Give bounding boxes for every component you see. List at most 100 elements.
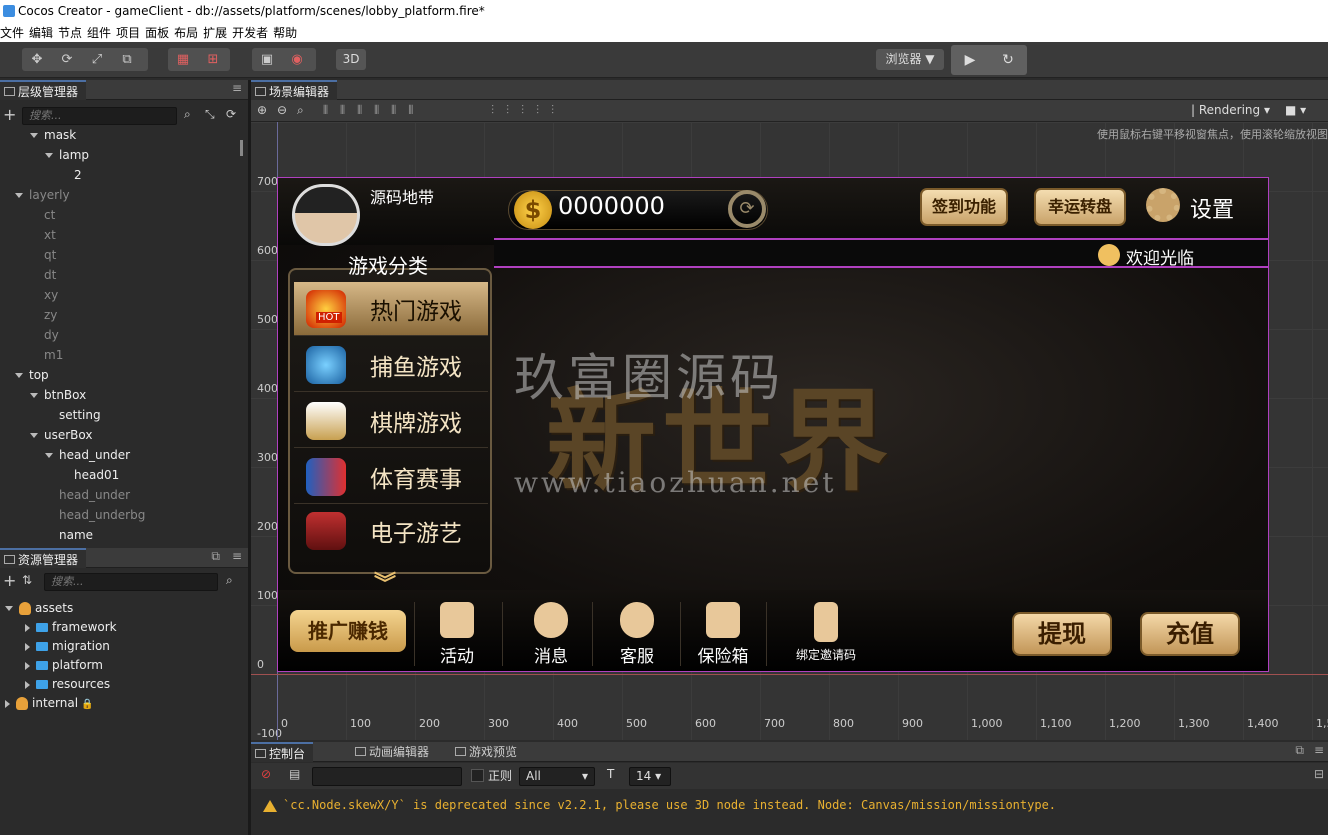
- hierarchy-node[interactable]: btnBox: [30, 385, 86, 405]
- menu-extension[interactable]: 扩展: [203, 24, 232, 41]
- menu-node[interactable]: 节点: [58, 24, 87, 41]
- tab-scene-editor[interactable]: 场景编辑器: [251, 80, 338, 100]
- category-fishing[interactable]: 捕鱼游戏: [294, 338, 488, 392]
- expand-arrow-icon[interactable]: [30, 133, 38, 138]
- popout-icon[interactable]: ⧉: [211, 549, 220, 564]
- collapse-arrow-icon[interactable]: [5, 699, 10, 708]
- panel-menu-icon[interactable]: ≡: [232, 549, 242, 563]
- panel-menu-icon[interactable]: ≡: [232, 81, 242, 95]
- messages-button[interactable]: 消息: [516, 598, 586, 670]
- asset-item[interactable]: platform: [25, 655, 103, 675]
- add-node-icon[interactable]: +: [3, 105, 16, 124]
- hierarchy-node[interactable]: xt: [30, 225, 56, 245]
- signin-button[interactable]: 签到功能: [920, 188, 1008, 226]
- collapse-arrow-icon[interactable]: [25, 661, 30, 670]
- expand-arrow-icon[interactable]: [45, 153, 53, 158]
- customer-service-button[interactable]: 客服: [602, 598, 672, 670]
- search-icon[interactable]: ⌕: [184, 107, 191, 122]
- game-canvas[interactable]: 新世界 玖富圈源码 www.tiaozhuan.net 源码地带 $ 00000…: [277, 177, 1269, 672]
- refresh-balance-icon[interactable]: ⟳: [728, 190, 766, 228]
- log-level-select[interactable]: All ▾: [519, 767, 595, 786]
- category-cards[interactable]: 棋牌游戏: [294, 394, 488, 448]
- console-warning-row[interactable]: `cc.Node.skewX/Y` is deprecated since v2…: [263, 798, 1056, 812]
- hierarchy-node[interactable]: layerly: [15, 185, 70, 205]
- collapse-arrow-icon[interactable]: [25, 623, 30, 632]
- move-tool-icon[interactable]: ✥: [22, 48, 52, 71]
- menu-layout[interactable]: 布局: [174, 24, 203, 41]
- rotate-tool-icon[interactable]: ⟳: [52, 48, 82, 71]
- expand-arrow-icon[interactable]: [45, 453, 53, 458]
- camera-icon[interactable]: ■ ▾: [1285, 103, 1306, 117]
- 3d-toggle-button[interactable]: 3D: [336, 49, 366, 70]
- expand-arrow-icon[interactable]: [30, 433, 38, 438]
- collapse-icon[interactable]: ⤡: [205, 107, 215, 122]
- panel-menu-icon[interactable]: ≡: [1314, 743, 1324, 757]
- add-asset-icon[interactable]: +: [3, 571, 16, 590]
- hierarchy-node[interactable]: userBox: [30, 425, 92, 445]
- hierarchy-node[interactable]: head_under: [45, 445, 130, 465]
- hierarchy-node[interactable]: mask: [30, 125, 76, 145]
- snap-icon[interactable]: ▣: [252, 48, 282, 71]
- play-button[interactable]: ▶: [951, 45, 989, 75]
- clear-icon[interactable]: ⊘: [261, 767, 271, 781]
- asset-item[interactable]: internal 🔒: [5, 693, 94, 713]
- search-icon[interactable]: ⌕: [226, 573, 233, 588]
- refresh-icon[interactable]: ⟳: [226, 107, 236, 121]
- hierarchy-node[interactable]: head_underbg: [45, 505, 145, 525]
- regex-checkbox[interactable]: [471, 769, 484, 782]
- distribute-tools[interactable]: ⫶⫶⫶⫶⫶: [491, 103, 566, 118]
- hierarchy-node[interactable]: head_under: [45, 485, 130, 505]
- expand-arrow-icon[interactable]: [15, 373, 23, 378]
- menu-project[interactable]: 项目: [116, 24, 145, 41]
- hierarchy-node[interactable]: dy: [30, 325, 59, 345]
- tab-console[interactable]: 控制台: [251, 742, 314, 762]
- hierarchy-node[interactable]: head01: [60, 465, 119, 485]
- menu-help[interactable]: 帮助: [273, 24, 302, 41]
- asset-item[interactable]: migration: [25, 636, 110, 656]
- settings-label[interactable]: 设置: [1190, 192, 1234, 224]
- hierarchy-node[interactable]: xy: [30, 285, 58, 305]
- open-log-icon[interactable]: ▤: [289, 767, 300, 781]
- collapse-console-icon[interactable]: ⊟: [1314, 767, 1324, 781]
- gear-icon[interactable]: [1146, 188, 1180, 222]
- local-icon[interactable]: ⊞: [198, 48, 228, 71]
- tab-hierarchy[interactable]: 层级管理器: [0, 80, 87, 100]
- assets-search-input[interactable]: 搜索...: [44, 573, 218, 591]
- preview-platform-select[interactable]: 浏览器 ▼: [876, 49, 944, 70]
- asset-item[interactable]: assets: [5, 598, 73, 618]
- hierarchy-node[interactable]: top: [15, 365, 49, 385]
- gizmo-icon[interactable]: ◉: [282, 48, 312, 71]
- hierarchy-node[interactable]: ct: [30, 205, 55, 225]
- user-avatar[interactable]: [292, 184, 360, 246]
- pivot-icon[interactable]: ▦: [168, 48, 198, 71]
- expand-arrow-icon[interactable]: [15, 193, 23, 198]
- hierarchy-search-input[interactable]: 搜索...: [22, 107, 177, 125]
- expand-arrow-icon[interactable]: [5, 606, 13, 611]
- hierarchy-node[interactable]: 2: [60, 165, 82, 185]
- asset-item[interactable]: framework: [25, 617, 117, 637]
- hierarchy-scrollbar[interactable]: [240, 140, 243, 156]
- console-filter-input[interactable]: [312, 767, 462, 786]
- rect-tool-icon[interactable]: ⧉: [112, 48, 142, 71]
- zoom-reset-icon[interactable]: ⌕: [297, 103, 304, 118]
- hierarchy-node[interactable]: dt: [30, 265, 56, 285]
- hierarchy-node[interactable]: qt: [30, 245, 56, 265]
- hierarchy-node[interactable]: lamp: [45, 145, 89, 165]
- collapse-arrow-icon[interactable]: [25, 680, 30, 689]
- promote-earn-button[interactable]: 推广赚钱: [290, 610, 406, 652]
- category-slots[interactable]: 电子游艺: [294, 504, 488, 558]
- withdraw-button[interactable]: 提现: [1012, 612, 1112, 656]
- menu-developer[interactable]: 开发者: [232, 24, 273, 41]
- menu-file[interactable]: 文件: [0, 24, 29, 41]
- asset-item[interactable]: resources: [25, 674, 110, 694]
- zoom-in-icon[interactable]: ⊕: [257, 103, 267, 117]
- hierarchy-node[interactable]: name: [45, 525, 93, 545]
- scene-viewport[interactable]: 使用鼠标右键平移视窗焦点，使用滚轮缩放视图 700 600 500 400 300 200…: [251, 122, 1328, 740]
- expand-arrow-icon[interactable]: [30, 393, 38, 398]
- font-size-select[interactable]: 14 ▾: [629, 767, 671, 786]
- popout-icon[interactable]: ⧉: [1295, 743, 1304, 758]
- hierarchy-node[interactable]: setting: [45, 405, 101, 425]
- reload-button[interactable]: ↻: [989, 45, 1027, 75]
- category-hot-games[interactable]: HOT 热门游戏: [294, 282, 488, 336]
- activity-button[interactable]: 活动: [422, 598, 492, 670]
